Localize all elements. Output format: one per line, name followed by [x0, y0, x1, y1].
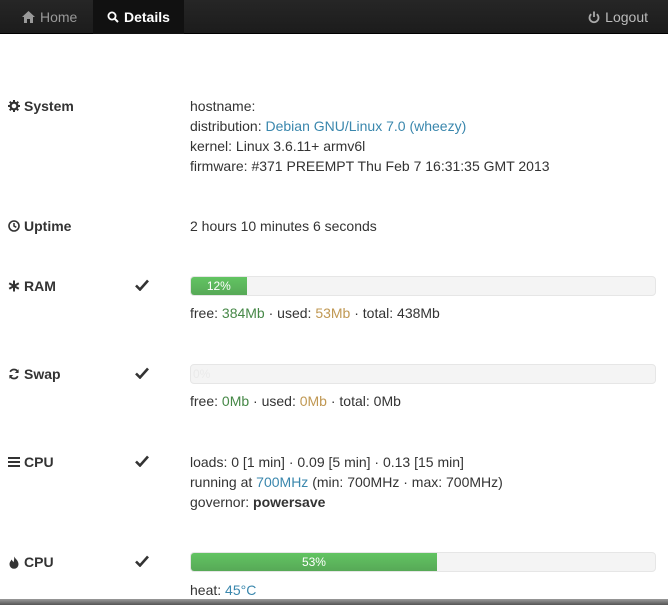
cpu-label: CPU [24, 454, 54, 470]
nav-details-label: Details [124, 9, 170, 25]
window-bottom-edge [0, 599, 668, 605]
refresh-icon [9, 368, 19, 380]
firmware-value: #371 PREEMPT Thu Feb 7 16:31:35 GMT 2013 [251, 158, 550, 174]
cpu-running-range: (min: 700MHz · max: 700MHz) [312, 474, 503, 490]
swap-progress: 0% [190, 364, 656, 384]
system-details: hostname: distribution: Debian GNU/Linux… [190, 96, 660, 176]
cpu-heat-line: heat: 45°C [190, 580, 660, 600]
nav-home[interactable]: Home [8, 0, 91, 34]
ram-body: 12% free: 384Mb · used: 53Mb · total: 43… [190, 276, 660, 323]
check-icon [135, 555, 149, 567]
firmware-line: firmware: #371 PREEMPT Thu Feb 7 16:31:3… [190, 156, 660, 176]
cpu-governor-value: powersave [253, 494, 326, 510]
kernel-line: kernel: Linux 3.6.11+ armv6l [190, 136, 660, 156]
swap-label: Swap [24, 366, 61, 382]
uptime-body: 2 hours 10 minutes 6 seconds [190, 216, 660, 236]
cpu-heading: CPU [8, 452, 54, 472]
check-icon [135, 367, 149, 379]
logout-button[interactable]: Logout [582, 0, 654, 34]
kernel-label: kernel: [190, 138, 233, 154]
check-icon [135, 279, 149, 291]
cpu-body: loads: 0 [1 min] · 0.09 [5 min] · 0.13 [… [190, 452, 660, 512]
swap-heading: Swap [8, 364, 61, 384]
ram-free-value: 384Mb [221, 305, 265, 321]
ram-label: RAM [24, 278, 56, 294]
cpu-heat-value-label: heat: [190, 582, 222, 598]
cpu-running-line: running at 700MHz (min: 700MHz · max: 70… [190, 472, 660, 492]
system-label: System [24, 98, 74, 114]
kernel-value: Linux 3.6.11+ armv6l [235, 138, 366, 154]
swap-used-value: 0Mb [299, 393, 327, 409]
cpu-governor-label: governor: [190, 494, 250, 510]
gear-icon [8, 100, 20, 112]
swap-free-value: 0Mb [221, 393, 250, 409]
ram-used-value: 53Mb [315, 305, 351, 321]
ram-progress-bar: 12% [191, 277, 247, 295]
ram-total-value: 438Mb [397, 305, 440, 321]
firmware-label: firmware: [190, 158, 248, 174]
ram-heading: RAM [8, 276, 56, 296]
cpu-heat-value: 45°C [225, 582, 257, 598]
top-navbar: Home Details Logout [0, 0, 668, 34]
swap-stats: free: 0Mb · used: 0Mb · total: 0Mb [190, 391, 660, 411]
distribution-line: distribution: Debian GNU/Linux 7.0 (whee… [190, 116, 660, 136]
ram-used-label: · used: [268, 305, 312, 321]
distribution-label: distribution: [190, 118, 262, 134]
cpu-governor-line: governor: powersave [190, 492, 660, 512]
uptime-value: 2 hours 10 minutes 6 seconds [190, 218, 377, 234]
nav-home-label: Home [40, 9, 78, 25]
swap-used-label: · used: [253, 393, 296, 409]
ram-stats: free: 384Mb · used: 53Mb · total: 438Mb [190, 303, 660, 323]
cpu-heat-body: 53% heat: 45°C [190, 552, 660, 600]
ram-progress: 12% [190, 276, 656, 296]
search-icon [107, 11, 119, 23]
power-icon [588, 11, 600, 23]
ram-total-label: · total: [354, 305, 394, 321]
swap-progress-text: 0% [193, 367, 211, 381]
asterisk-icon [8, 280, 20, 292]
check-icon [135, 455, 149, 467]
hostname-line: hostname: [190, 96, 660, 116]
fire-icon [9, 556, 19, 569]
cpu-heat-label: CPU [24, 554, 54, 570]
hostname-label: hostname: [190, 98, 256, 114]
cpu-heat-progress-bar: 53% [191, 553, 437, 571]
list-icon [8, 457, 20, 467]
clock-icon [8, 220, 20, 232]
swap-total-label: · total: [330, 393, 370, 409]
cpu-heat-heading: CPU [8, 552, 54, 572]
home-icon [22, 11, 35, 23]
uptime-label: Uptime [24, 218, 72, 234]
cpu-running-label: running at [190, 474, 253, 490]
swap-total-value: 0Mb [373, 393, 401, 409]
uptime-heading: Uptime [8, 216, 71, 236]
system-heading: System [8, 96, 74, 116]
nav-details[interactable]: Details [93, 0, 184, 34]
ram-free-label: free: [190, 305, 219, 321]
logout-label: Logout [605, 9, 648, 25]
cpu-loads: loads: 0 [1 min] · 0.09 [5 min] · 0.13 [… [190, 454, 464, 470]
distribution-value: Debian GNU/Linux 7.0 (wheezy) [265, 118, 467, 134]
swap-free-label: free: [190, 393, 219, 409]
swap-body: 0% free: 0Mb · used: 0Mb · total: 0Mb [190, 364, 660, 411]
cpu-heat-progress: 53% [190, 552, 656, 572]
cpu-running-value: 700MHz [256, 474, 309, 490]
